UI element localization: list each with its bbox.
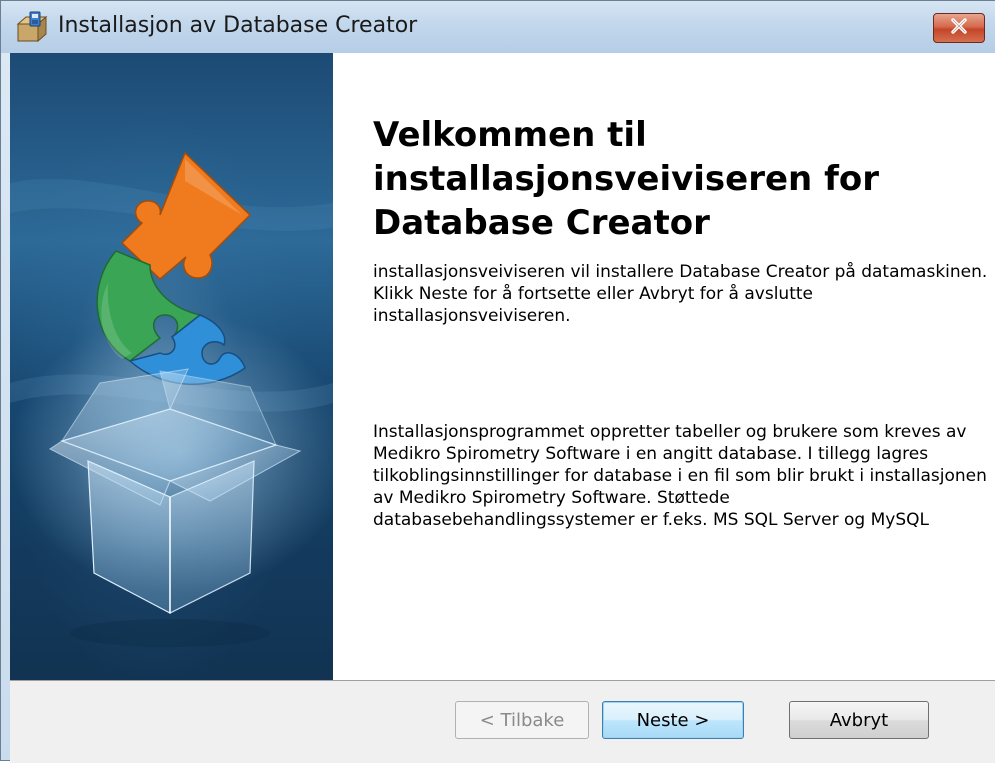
cancel-button[interactable]: Avbryt	[789, 701, 929, 739]
intro-text: installasjonsveiviseren vil installere D…	[373, 262, 988, 326]
next-button[interactable]: Neste >	[602, 701, 744, 739]
window-title: Installasjon av Database Creator	[58, 13, 418, 38]
close-icon	[949, 18, 969, 38]
description-text: Installasjonsprogrammet oppretter tabell…	[373, 422, 987, 530]
installer-window: Installasjon av Database Creator Velkomm…	[0, 0, 995, 763]
installer-box-icon	[15, 11, 49, 45]
close-button[interactable]	[933, 13, 985, 43]
button-bar: < Tilbake Neste > Avbryt	[10, 680, 995, 763]
back-button[interactable]: < Tilbake	[455, 701, 589, 739]
title-bar[interactable]: Installasjon av Database Creator	[1, 1, 995, 53]
welcome-heading: Velkommen til installasjonsveiviseren fo…	[373, 115, 880, 243]
wizard-body: Velkommen til installasjonsveiviseren fo…	[10, 53, 995, 763]
welcome-panel: Velkommen til installasjonsveiviseren fo…	[333, 53, 995, 680]
banner-illustration	[10, 53, 333, 680]
